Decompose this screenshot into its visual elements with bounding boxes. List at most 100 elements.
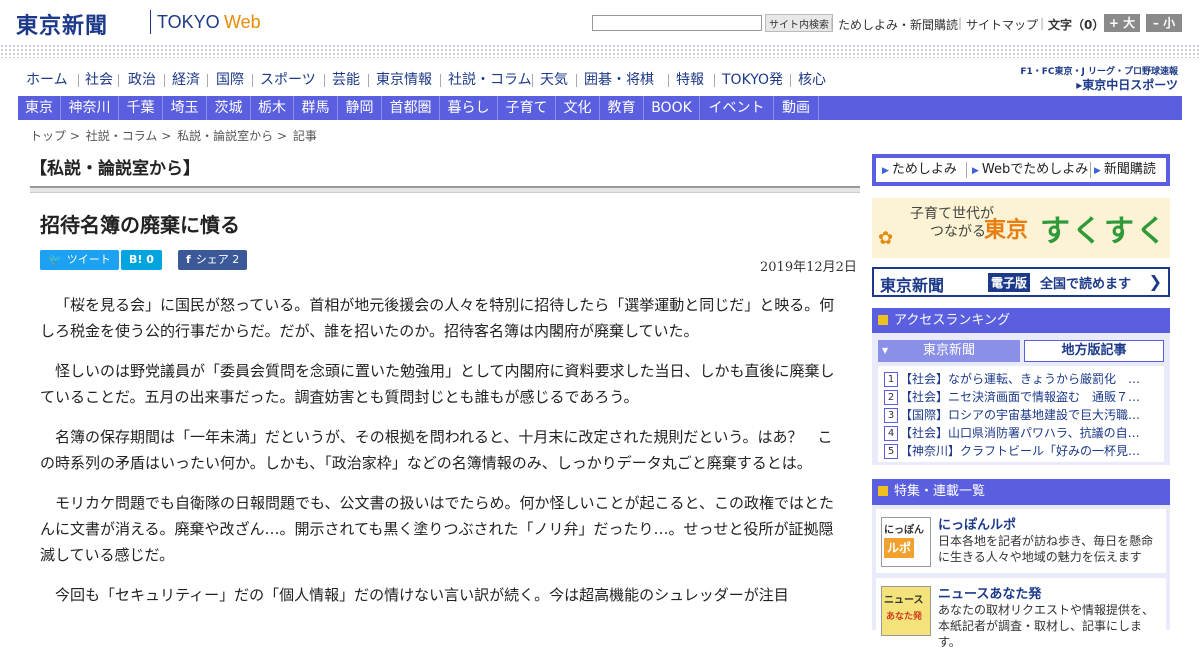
search-input[interactable] [592,15,762,31]
nav-igo-shogi[interactable]: 囲碁・将棋 [584,68,654,92]
sukusuku-tagline: 子育て世代が つながる [910,205,994,241]
logo-tokyo-text[interactable]: TOKYO [157,12,220,33]
ranking-item[interactable]: 1 【社会】ながら運転、きょうから厳罰化 … [884,370,1162,388]
section-title: 【私説・論説室から】 [30,159,200,179]
feature-item[interactable]: にっぽん ルポ にっぽんルポ 日本各地を記者が訪ね歩き、毎日を懸命に生きる人々や… [876,509,1166,573]
breadcrumb-separator: > [276,129,287,143]
feature-thumbnail: ニュース あなた発 [881,586,931,636]
subnav-kyoiku[interactable]: 教育 [600,96,644,120]
flower-icon: ✿ [878,228,894,249]
web-trial-link[interactable]: ▶ Webでためしよみ [972,158,1088,182]
ranking-heading: アクセスランキング [872,308,1170,334]
ranking-item[interactable]: 4 【社会】山口県消防署パワハラ、抗議の自… [884,424,1162,442]
subnav-chiba[interactable]: 千葉 [119,96,163,120]
thumbnail-text: ルポ [884,538,914,558]
header-divider: | [958,16,963,30]
nav-weather[interactable]: 天気 [540,68,568,92]
link-divider [966,162,967,178]
nav-tokuho[interactable]: 特報 [676,68,704,92]
nav-editorial[interactable]: 社説・コラム [448,68,532,92]
header-divider: | [830,16,835,30]
font-bigger-button[interactable]: + 大 [1104,14,1140,32]
article-date: 2019年12月2日 [760,260,857,275]
subscribe-link[interactable]: ためしよみ・新聞購読 [838,16,958,33]
nav-economy[interactable]: 経済 [172,68,200,92]
sitemap-link[interactable]: サイトマップ [966,16,1038,33]
chunichi-sports-banner[interactable]: F1・FC東京・J リーグ・プロ野球速報 ▸東京中日スポーツ [1020,64,1178,92]
subnav-kurashi[interactable]: 暮らし [440,96,498,120]
nav-divider [668,74,669,87]
nav-society[interactable]: 社会 [85,68,113,92]
subnav-video[interactable]: 動画 [774,96,819,120]
breadcrumb-top[interactable]: トップ [30,129,66,143]
nav-tokyo-hatsu[interactable]: TOKYO発 [722,68,783,92]
nav-international[interactable]: 国際 [216,68,244,92]
site-header: 東京新聞 TOKYO Web サイト内検索 | ためしよみ・新聞購読 | サイト… [0,0,1200,44]
breadcrumb: トップ > 社説・コラム > 私説・論説室から > 記事 [30,127,319,144]
sukusuku-line1: 子育て世代が [910,206,994,222]
subnav-bunka[interactable]: 文化 [556,96,600,120]
triangle-icon: ▶ [882,166,889,176]
feature-description: あなたの取材リクエストや情報提供を、本紙記者が調査・取材し、記事にします。 [938,603,1155,649]
trial-reading-label: ためしよみ [891,162,957,177]
tweet-button[interactable]: 🐦 ツイート [40,250,119,270]
tab-local-edition[interactable]: 地方版記事 [1024,340,1164,362]
thumbnail-text: にっぽん [884,525,924,536]
facebook-label: シェア 2 [195,253,240,266]
article-paragraph: 怪しいのは野党議員が「委員会質問を念頭に置いた勉強用」として内閣府に資料要求した… [40,362,835,406]
sukusuku-banner[interactable]: ✿ 子育て世代が つながる 東京 すくすく [872,198,1170,258]
subscribe-sidebar-link[interactable]: ▶ 新聞購読 [1094,158,1156,182]
subnav-gunma[interactable]: 群馬 [294,96,338,120]
rank-number: 4 [884,426,898,441]
heading-square-icon [878,486,888,496]
logo-web-text[interactable]: Web [224,12,261,33]
feature-item[interactable]: ニュース あなた発 ニュースあなた発 あなたの取材リクエストや情報提供を、本紙記… [876,578,1166,649]
subnav-tochigi[interactable]: 栃木 [251,96,294,120]
tab-tokyo-shimbun[interactable]: 東京新聞 [878,340,1020,362]
facebook-share-button[interactable]: f シェア 2 [178,250,248,270]
subnav-kanagawa[interactable]: 神奈川 [61,96,119,120]
nav-home[interactable]: ホーム [26,68,68,92]
font-size-label: 文字（0） [1048,18,1105,32]
subscription-links-box: ▶ ためしよみ ▶ Webでためしよみ ▶ 新聞購読 [872,154,1170,186]
breadcrumb-current: 記事 [292,129,317,143]
ranking-item[interactable]: 3 【国際】ロシアの宇宙基地建設で巨大汚職… [884,406,1162,424]
site-logo[interactable]: 東京新聞 [16,8,108,40]
breadcrumb-section[interactable]: 私説・論説室から [177,129,273,143]
header-dotted-band [0,44,1200,58]
sukusuku-logo: すくすく [1040,214,1168,249]
subnav-saitama[interactable]: 埼玉 [163,96,207,120]
ranking-item-label: 【社会】ニセ決済画面で情報盗む 通販７… [900,390,1141,404]
trial-reading-link[interactable]: ▶ ためしよみ [882,158,957,182]
nav-divider [576,74,577,87]
nav-sports[interactable]: スポーツ [260,68,316,92]
subnav-shutoken[interactable]: 首都圏 [382,96,440,120]
ranking-item[interactable]: 5 【神奈川】クラフトビール「好みの一杯見… [884,442,1162,460]
nav-entertainment[interactable]: 芸能 [332,68,360,92]
ranking-item[interactable]: 2 【社会】ニセ決済画面で情報盗む 通販７… [884,388,1162,406]
subnav-tokyo[interactable]: 東京 [18,96,61,120]
subnav-event[interactable]: イベント [700,96,774,120]
subscription-links-inner: ▶ ためしよみ ▶ Webでためしよみ ▶ 新聞購読 [876,158,1166,182]
subnav-kosodate[interactable]: 子育て [498,96,556,120]
sukusuku-tokyo: 東京 [984,218,1029,243]
thumbnail-text: あなた発 [886,612,923,622]
subnav-book[interactable]: BOOK [644,96,700,120]
subnav-shizuoka[interactable]: 静岡 [338,96,382,120]
digital-edition-badge: 電子版 [988,273,1031,292]
subnav-ibaraki[interactable]: 茨城 [207,96,251,120]
ranking-list: 1 【社会】ながら運転、きょうから厳罰化 … 2 【社会】ニセ決済画面で情報盗む 通… [878,366,1164,462]
search-button[interactable]: サイト内検索 [765,14,833,32]
link-divider [1090,162,1091,178]
sukusuku-line2: つながる [930,224,986,240]
digital-edition-banner[interactable]: 東京新聞 電子版 全国で読めます ❯ [872,267,1170,297]
breadcrumb-separator: > [161,129,172,143]
nav-kakushin[interactable]: 核心 [798,68,826,92]
nav-politics[interactable]: 政治 [128,68,156,92]
ranking-item-label: 【神奈川】クラフトビール「好みの一杯見… [900,444,1141,458]
hatena-bookmark-button[interactable]: B! 0 [121,250,162,270]
hatena-label: B! 0 [129,253,154,266]
breadcrumb-editorial[interactable]: 社説・コラム [86,129,158,143]
nav-tokyo-info[interactable]: 東京情報 [376,68,432,92]
font-smaller-button[interactable]: – 小 [1146,14,1182,32]
